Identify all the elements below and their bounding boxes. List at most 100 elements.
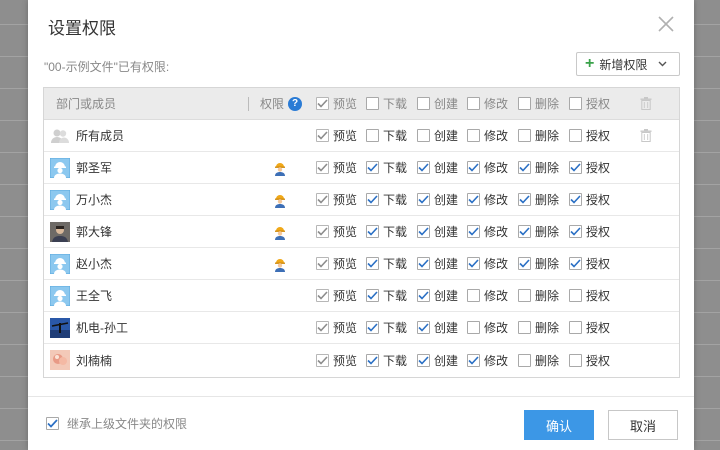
permission-modify-option[interactable]: 修改 [467, 159, 508, 176]
trash-icon[interactable] [640, 129, 652, 142]
permission-modify-option[interactable]: 修改 [467, 223, 508, 240]
permission-create-option[interactable]: 创建 [417, 223, 458, 240]
permission-create-option[interactable]: 创建 [417, 287, 458, 304]
modify-checkbox[interactable] [467, 225, 480, 238]
preview-checkbox[interactable] [316, 129, 329, 142]
close-button[interactable] [656, 14, 676, 34]
permission-preview-option[interactable]: 预览 [316, 352, 357, 369]
modify-checkbox[interactable] [467, 129, 480, 142]
create-checkbox[interactable] [417, 193, 430, 206]
header-permission-grant-option[interactable]: 授权 [569, 95, 610, 112]
permission-download-option[interactable]: 下载 [366, 191, 407, 208]
preview-checkbox[interactable] [316, 225, 329, 238]
modify-checkbox[interactable] [467, 353, 480, 367]
create-checkbox[interactable] [417, 97, 430, 110]
delete-checkbox[interactable] [518, 97, 531, 110]
permission-delete-option[interactable]: 删除 [518, 223, 559, 240]
permission-grant-option[interactable]: 授权 [569, 287, 610, 304]
modify-checkbox[interactable] [467, 321, 480, 334]
create-checkbox[interactable] [417, 321, 430, 334]
inherit-checkbox[interactable] [46, 417, 59, 430]
download-checkbox[interactable] [366, 257, 379, 270]
delete-checkbox[interactable] [518, 225, 531, 238]
grant-checkbox[interactable] [569, 97, 582, 110]
download-checkbox[interactable] [366, 321, 379, 334]
grant-checkbox[interactable] [569, 321, 582, 334]
permission-preview-option[interactable]: 预览 [316, 255, 357, 272]
permission-download-option[interactable]: 下载 [366, 127, 407, 144]
permission-download-option[interactable]: 下载 [366, 352, 407, 369]
help-icon[interactable]: ? [288, 96, 303, 111]
download-checkbox[interactable] [366, 161, 379, 174]
permission-preview-option[interactable]: 预览 [316, 319, 357, 336]
create-checkbox[interactable] [417, 289, 430, 302]
inherit-permissions-option[interactable]: 继承上级文件夹的权限 [46, 415, 187, 432]
preview-checkbox[interactable] [316, 193, 329, 206]
create-checkbox[interactable] [417, 161, 430, 174]
permission-modify-option[interactable]: 修改 [467, 255, 508, 272]
download-checkbox[interactable] [366, 353, 379, 367]
preview-checkbox[interactable] [316, 321, 329, 334]
header-permission-create-option[interactable]: 创建 [417, 95, 458, 112]
permission-preview-option[interactable]: 预览 [316, 191, 357, 208]
download-checkbox[interactable] [366, 289, 379, 302]
header-permission-download-option[interactable]: 下载 [366, 95, 407, 112]
delete-checkbox[interactable] [518, 193, 531, 206]
permission-delete-option[interactable]: 删除 [518, 191, 559, 208]
download-checkbox[interactable] [366, 129, 379, 142]
create-checkbox[interactable] [417, 129, 430, 142]
permission-modify-option[interactable]: 修改 [467, 287, 508, 304]
permission-modify-option[interactable]: 修改 [467, 319, 508, 336]
permission-create-option[interactable]: 创建 [417, 255, 458, 272]
modify-checkbox[interactable] [467, 161, 480, 174]
grant-checkbox[interactable] [569, 257, 582, 270]
header-permission-delete-option[interactable]: 删除 [518, 95, 559, 112]
delete-checkbox[interactable] [518, 161, 531, 174]
modify-checkbox[interactable] [467, 289, 480, 302]
permission-delete-option[interactable]: 删除 [518, 319, 559, 336]
modify-checkbox[interactable] [467, 193, 480, 206]
download-checkbox[interactable] [366, 97, 379, 110]
preview-checkbox[interactable] [316, 289, 329, 302]
permission-create-option[interactable]: 创建 [417, 127, 458, 144]
delete-checkbox[interactable] [518, 353, 531, 367]
permission-create-option[interactable]: 创建 [417, 159, 458, 176]
permission-download-option[interactable]: 下载 [366, 319, 407, 336]
header-permission-preview-option[interactable]: 预览 [316, 95, 357, 112]
permission-modify-option[interactable]: 修改 [467, 127, 508, 144]
permission-grant-option[interactable]: 授权 [569, 159, 610, 176]
permission-create-option[interactable]: 创建 [417, 352, 458, 369]
modify-checkbox[interactable] [467, 257, 480, 270]
preview-checkbox[interactable] [316, 257, 329, 270]
download-checkbox[interactable] [366, 193, 379, 206]
delete-checkbox[interactable] [518, 321, 531, 334]
preview-checkbox[interactable] [316, 97, 329, 110]
delete-checkbox[interactable] [518, 289, 531, 302]
preview-checkbox[interactable] [316, 161, 329, 174]
grant-checkbox[interactable] [569, 161, 582, 174]
permission-delete-option[interactable]: 删除 [518, 127, 559, 144]
grant-checkbox[interactable] [569, 353, 582, 367]
grant-checkbox[interactable] [569, 193, 582, 206]
create-checkbox[interactable] [417, 257, 430, 270]
permission-modify-option[interactable]: 修改 [467, 352, 508, 369]
permission-delete-option[interactable]: 删除 [518, 352, 559, 369]
permission-grant-option[interactable]: 授权 [569, 352, 610, 369]
permission-delete-option[interactable]: 删除 [518, 159, 559, 176]
create-checkbox[interactable] [417, 353, 430, 367]
permission-grant-option[interactable]: 授权 [569, 127, 610, 144]
permission-preview-option[interactable]: 预览 [316, 223, 357, 240]
permission-preview-option[interactable]: 预览 [316, 159, 357, 176]
permission-preview-option[interactable]: 预览 [316, 127, 357, 144]
permission-preview-option[interactable]: 预览 [316, 287, 357, 304]
confirm-button[interactable]: 确认 [524, 410, 594, 440]
create-checkbox[interactable] [417, 225, 430, 238]
permission-download-option[interactable]: 下载 [366, 255, 407, 272]
permission-modify-option[interactable]: 修改 [467, 191, 508, 208]
cancel-button[interactable]: 取消 [608, 410, 678, 440]
permission-create-option[interactable]: 创建 [417, 319, 458, 336]
permission-download-option[interactable]: 下载 [366, 223, 407, 240]
permission-delete-option[interactable]: 删除 [518, 287, 559, 304]
delete-checkbox[interactable] [518, 257, 531, 270]
permission-delete-option[interactable]: 删除 [518, 255, 559, 272]
